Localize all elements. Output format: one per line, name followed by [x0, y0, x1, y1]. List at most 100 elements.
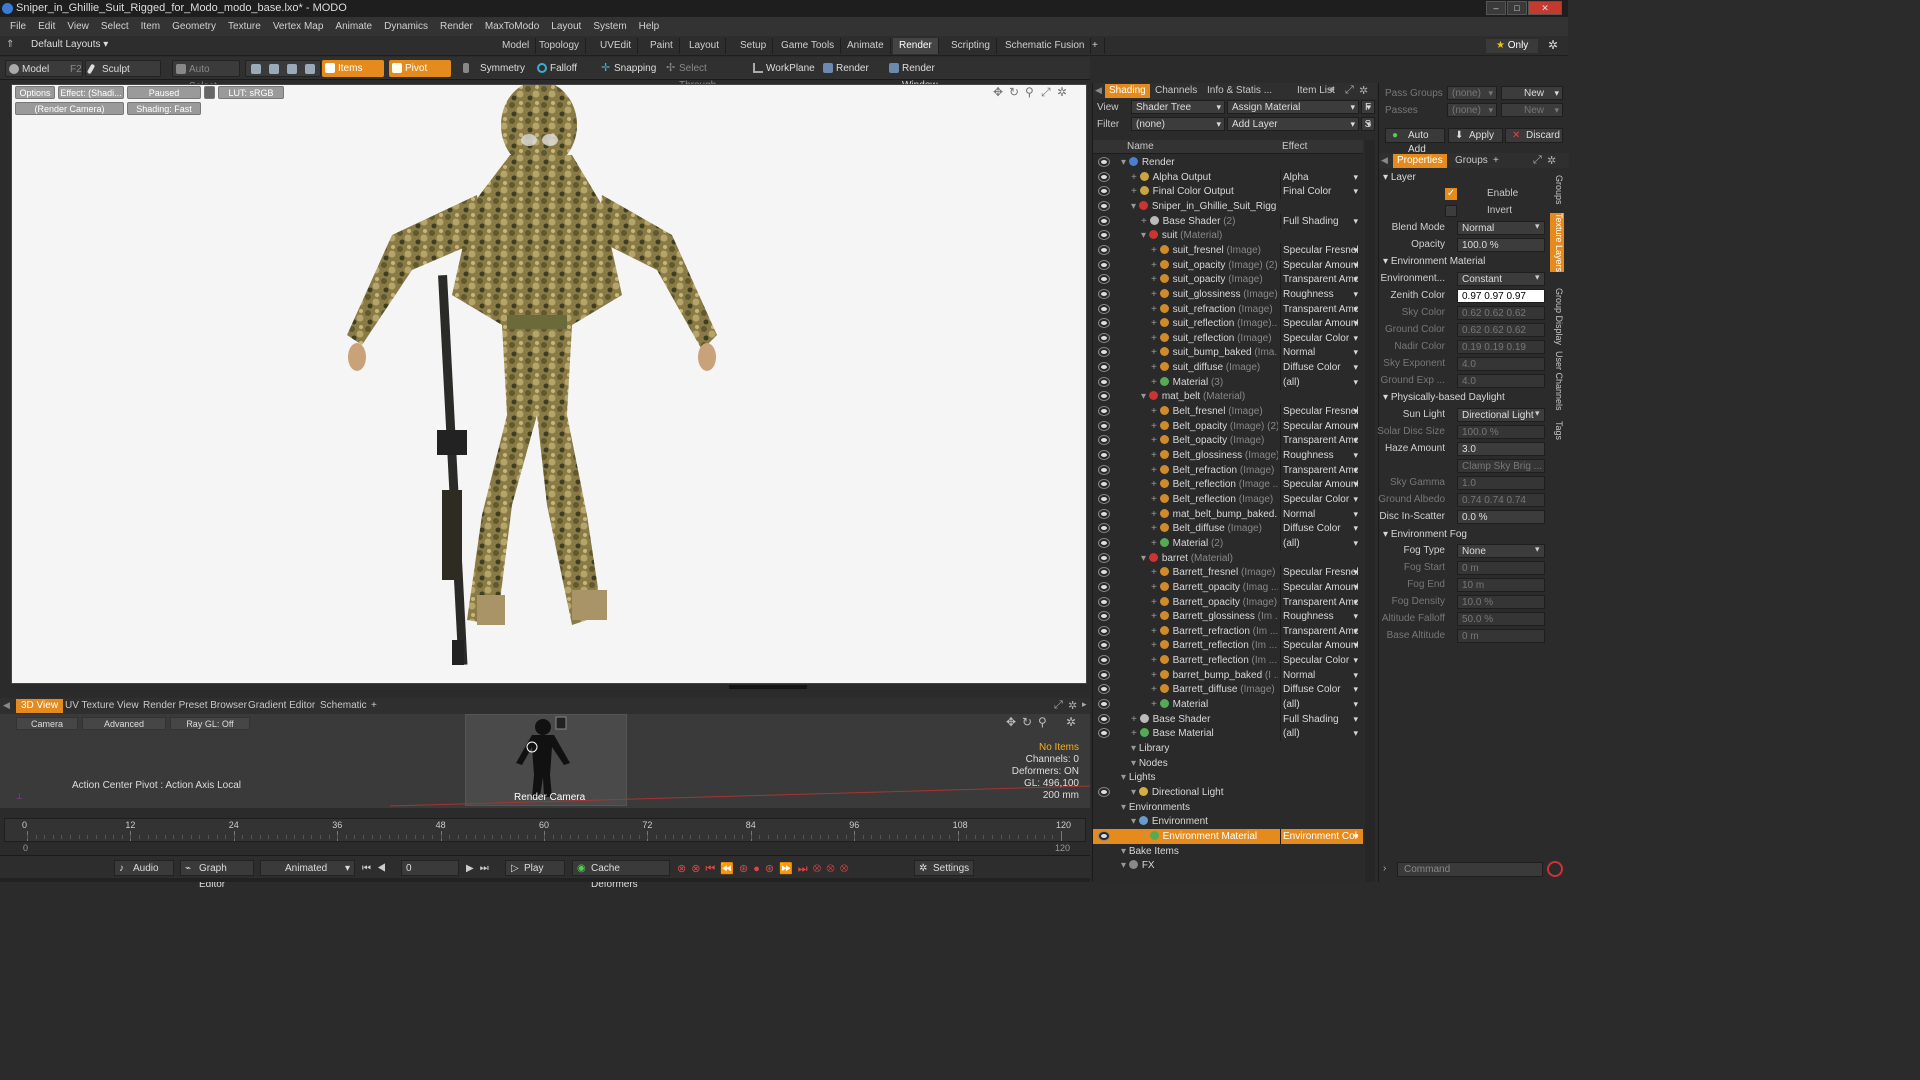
layout-tab-game-tools[interactable]: Game Tools	[775, 38, 842, 54]
shader-tree[interactable]: Name Effect ▾ Render+ Alpha OutputAlpha+…	[1093, 140, 1363, 882]
visibility-eye-icon[interactable]	[1099, 289, 1109, 298]
expand-toggle-icon[interactable]: +	[1151, 421, 1160, 432]
visibility-eye-icon[interactable]	[1099, 231, 1109, 240]
tree-row[interactable]: ▾ barret (Material)	[1093, 551, 1363, 566]
expand-toggle-icon[interactable]: ▾	[1131, 816, 1139, 827]
property-value[interactable]: 0.62 0.62 0.62	[1457, 306, 1545, 320]
tree-row[interactable]: + Barrett_reflection (Im ... Specular Amo…	[1093, 638, 1363, 654]
only-toggle[interactable]: ★ Only	[1486, 39, 1538, 53]
visibility-eye-icon[interactable]	[1099, 260, 1109, 269]
bottom-tab-schematic[interactable]: Schematic	[315, 699, 372, 713]
layout-arrow-icon[interactable]: ⇑	[6, 39, 14, 50]
tree-row[interactable]: + suit_diffuse (Image) Diffuse Color	[1093, 360, 1363, 376]
expand-toggle-icon[interactable]: +	[1151, 479, 1160, 490]
visibility-eye-icon[interactable]	[1099, 158, 1109, 166]
tree-item-effect[interactable]: Roughness	[1280, 286, 1358, 302]
snapping-button[interactable]: ✛ Snapping	[598, 60, 660, 77]
visibility-eye-icon[interactable]	[1099, 787, 1109, 796]
visibility-eye-icon[interactable]	[1099, 700, 1109, 709]
items-mode-button[interactable]: Items	[322, 60, 384, 77]
preview-rotate-icon[interactable]: ↻	[1022, 715, 1032, 729]
expand-toggle-icon[interactable]: +	[1151, 670, 1160, 681]
tree-item-effect[interactable]: Environment Color	[1280, 828, 1358, 844]
tree-row[interactable]: + Belt_opacity (Image) (2) Specular Amoun…	[1093, 418, 1363, 434]
property-value[interactable]: 0.19 0.19 0.19	[1457, 340, 1545, 354]
expand-toggle-icon[interactable]: ▾	[1121, 802, 1129, 813]
tree-row[interactable]: + Belt_reflection (Image ... Specular Amo…	[1093, 477, 1363, 493]
default-layouts-menu[interactable]: Default Layouts ▾	[31, 39, 108, 50]
visibility-eye-icon[interactable]	[1099, 216, 1109, 225]
property-value[interactable]: 0 m	[1457, 629, 1545, 643]
tree-row[interactable]: ▾ Environment	[1093, 814, 1363, 829]
visibility-eye-icon[interactable]	[1099, 641, 1109, 650]
auto-add-button[interactable]: ● Auto Add	[1385, 128, 1445, 155]
effect-column-header[interactable]: Effect	[1282, 141, 1307, 152]
camera-menu-button[interactable]: Camera	[16, 717, 78, 730]
chevron-down-icon[interactable]: ▾	[1535, 221, 1540, 232]
pass-groups-dropdown[interactable]: (none)	[1447, 86, 1497, 100]
expand-toggle-icon[interactable]: ▾	[1131, 787, 1139, 798]
frame-back-icons[interactable]: ⏮◀	[362, 863, 392, 874]
property-value[interactable]: None	[1457, 544, 1545, 558]
tree-row[interactable]: ▾ FX	[1093, 858, 1363, 873]
bottom-tab-render-preset-browser[interactable]: Render Preset Browser	[138, 699, 252, 713]
visibility-eye-icon[interactable]	[1099, 714, 1109, 723]
visibility-eye-icon[interactable]	[1099, 626, 1109, 635]
view-dropdown[interactable]: Shader Tree	[1131, 100, 1225, 114]
expand-toggle-icon[interactable]: ▾	[1141, 230, 1149, 241]
assign-f-button[interactable]: F	[1361, 100, 1375, 114]
invert-checkbox[interactable]	[1445, 205, 1457, 217]
shading-tab-channels[interactable]: Channels	[1151, 84, 1201, 98]
menu-edit[interactable]: Edit	[32, 21, 61, 32]
menu-help[interactable]: Help	[633, 21, 666, 32]
expand-toggle-icon[interactable]: +	[1151, 538, 1160, 549]
visibility-eye-icon[interactable]	[1099, 729, 1109, 738]
tree-item-effect[interactable]: Alpha	[1280, 169, 1358, 185]
expand-toggle-icon[interactable]: +	[1151, 494, 1160, 505]
tree-row[interactable]: + suit_fresnel (Image) Specular Fresnel	[1093, 242, 1363, 258]
tree-row[interactable]: + suit_reflection (Image) Specular Color	[1093, 330, 1363, 346]
expand-toggle-icon[interactable]: +	[1151, 582, 1160, 593]
assign-material-dropdown[interactable]: Assign Material	[1227, 100, 1359, 114]
tree-row[interactable]: + Belt_opacity (Image) Transparent Amo ..…	[1093, 433, 1363, 449]
tree-row[interactable]: + Belt_diffuse (Image) Diffuse Color	[1093, 521, 1363, 537]
audio-button[interactable]: ♪ Audio	[114, 860, 174, 876]
visibility-eye-icon[interactable]	[1099, 201, 1109, 210]
expand-toggle-icon[interactable]: +	[1151, 362, 1160, 373]
expand-toggle-icon[interactable]: +	[1151, 245, 1160, 256]
expand-toggle-icon[interactable]: ▾	[1121, 860, 1129, 871]
tree-item-effect[interactable]: Transparent Amo ...	[1280, 301, 1358, 317]
visibility-eye-icon[interactable]	[1099, 597, 1109, 606]
visibility-eye-icon[interactable]	[1099, 524, 1109, 533]
visibility-eye-icon[interactable]	[1099, 685, 1109, 694]
tree-row[interactable]: + Base Material (all)	[1093, 726, 1363, 742]
tree-row[interactable]: ▾ suit (Material)	[1093, 228, 1363, 243]
expand-toggle-icon[interactable]: +	[1151, 347, 1160, 358]
sculpt-button[interactable]: Sculpt	[85, 60, 161, 77]
visibility-eye-icon[interactable]	[1099, 480, 1109, 489]
layout-tab-schematic-fusion[interactable]: Schematic Fusion	[999, 38, 1092, 54]
advanced-menu-button[interactable]: Advanced	[82, 717, 166, 730]
expand-toggle-icon[interactable]: +	[1151, 640, 1160, 651]
tree-item-effect[interactable]: Normal	[1280, 345, 1358, 361]
symmetry-button[interactable]: Symmetry	[460, 60, 526, 77]
tree-item-effect[interactable]: Diffuse Color	[1280, 521, 1358, 537]
vertex-mode-icon[interactable]	[251, 64, 261, 74]
frame-forward-icons[interactable]: ▶⏭	[466, 863, 495, 874]
tree-item-effect[interactable]: Transparent Amo ...	[1280, 594, 1358, 610]
property-value[interactable]: 0 m	[1457, 561, 1545, 575]
visibility-eye-icon[interactable]	[1099, 494, 1109, 503]
expand-toggle-icon[interactable]: ▾	[1131, 201, 1139, 212]
tree-item-effect[interactable]: Full Shading	[1280, 711, 1358, 727]
tree-row[interactable]: + suit_reflection (Image)... Specular Amo…	[1093, 316, 1363, 332]
name-column-header[interactable]: Name	[1127, 141, 1154, 152]
tree-row[interactable]: ▾ Lights	[1093, 770, 1363, 785]
tree-row[interactable]: + Belt_fresnel (Image) Specular Fresnel	[1093, 404, 1363, 420]
tree-row[interactable]: + Alpha Output Alpha	[1093, 169, 1363, 185]
expand-toggle-icon[interactable]: +	[1131, 186, 1140, 197]
layout-tab-topology[interactable]: Topology	[533, 38, 587, 54]
tree-row[interactable]: ▾ Sniper_in_Ghillie_Suit_Rigg ...	[1093, 199, 1363, 214]
tree-scrollbar[interactable]	[1365, 140, 1375, 882]
tree-item-effect[interactable]: (all)	[1280, 697, 1358, 713]
menu-vertex-map[interactable]: Vertex Map	[267, 21, 330, 32]
